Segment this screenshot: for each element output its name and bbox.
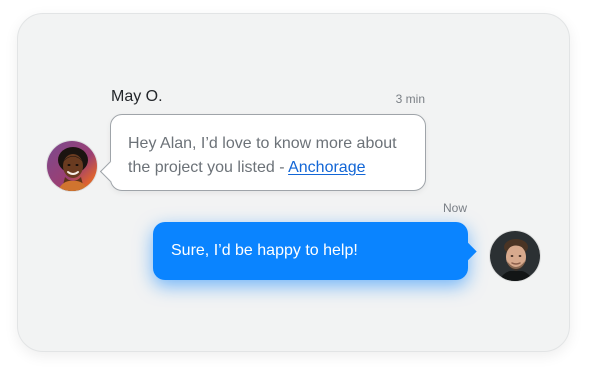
incoming-message-bubble: Hey Alan, I’d love to know more about th… bbox=[99, 114, 426, 191]
may-avatar-icon bbox=[46, 140, 98, 192]
project-link[interactable]: Anchorage bbox=[288, 159, 365, 176]
sender-name: May O. bbox=[111, 88, 163, 105]
incoming-timestamp: 3 min bbox=[395, 92, 425, 106]
alan-avatar-icon bbox=[489, 230, 541, 282]
outgoing-message-text: Sure, I’d be happy to help! bbox=[171, 242, 358, 259]
outgoing-message-bubble: Sure, I’d be happy to help! bbox=[153, 222, 477, 280]
outgoing-timestamp: Now bbox=[442, 201, 467, 215]
